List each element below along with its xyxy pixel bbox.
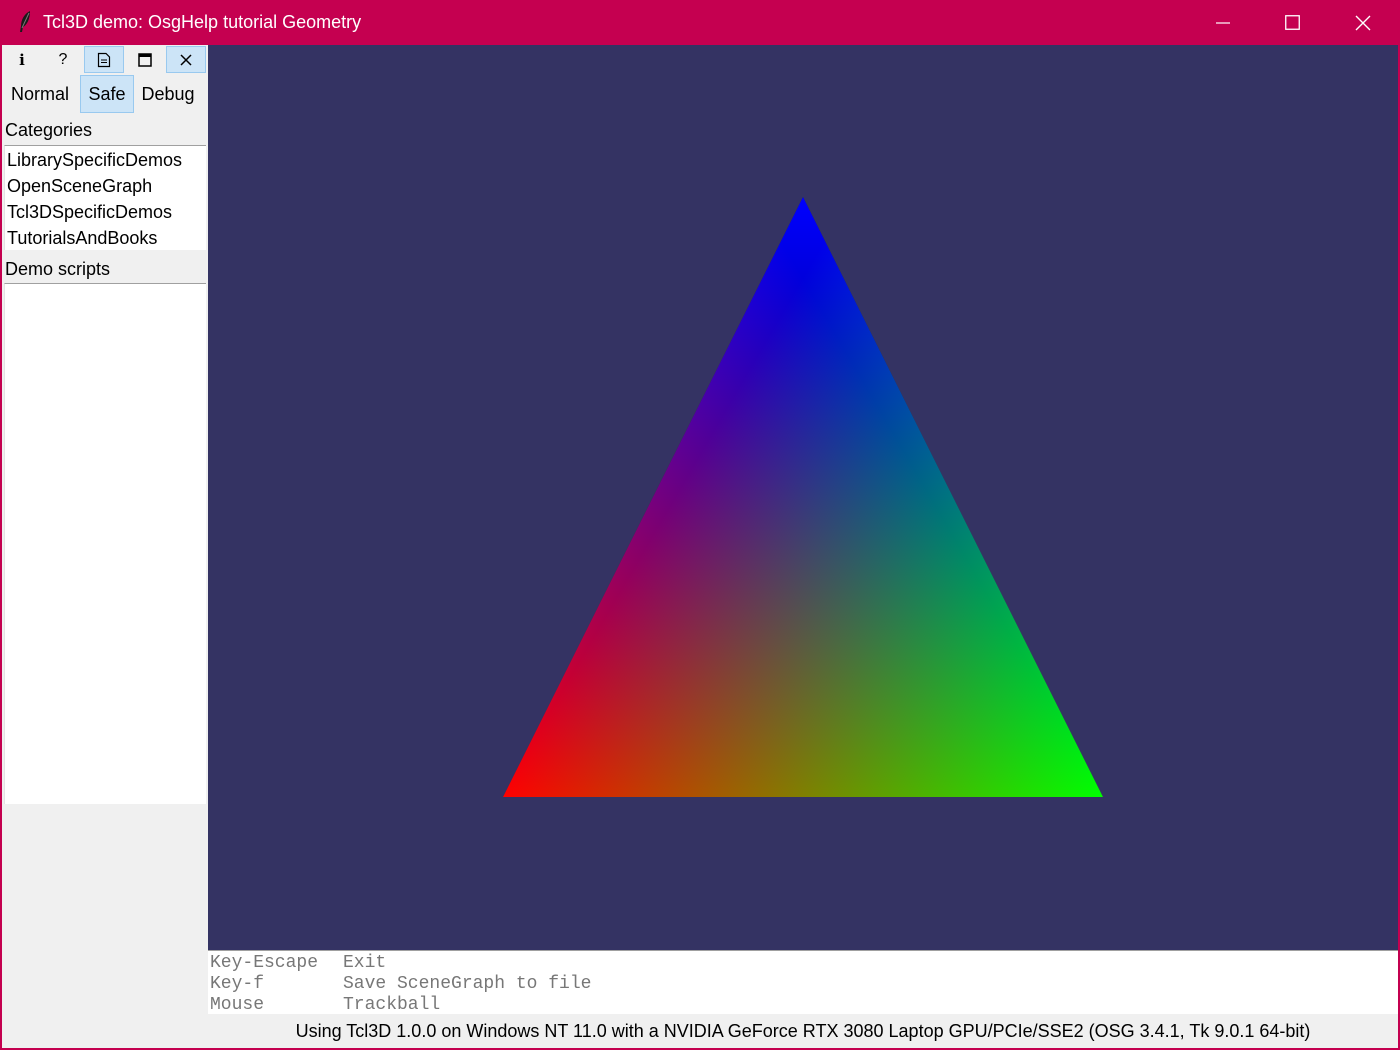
document-button[interactable] [84, 46, 124, 73]
close-icon [180, 53, 192, 66]
mode-normal-button[interactable]: Normal [5, 75, 75, 113]
demo-scripts-listbox[interactable] [4, 283, 206, 804]
list-item[interactable]: TutorialsAndBooks [5, 225, 206, 251]
help-row: Key-f Save SceneGraph to file [210, 974, 591, 995]
list-item[interactable]: LibrarySpecificDemos [5, 147, 206, 173]
mode-debug-button[interactable]: Debug [135, 75, 201, 113]
minimize-icon [1216, 21, 1230, 24]
help-key: Mouse [210, 995, 265, 1015]
gradient-triangle [503, 197, 1103, 797]
sidebar: i ? Normal Safe Debug Categories Library… [2, 45, 208, 950]
mode-selector: Normal Safe Debug [2, 75, 208, 113]
close-icon [1355, 15, 1371, 30]
window-button[interactable] [125, 46, 165, 73]
document-icon [97, 52, 111, 67]
help-key: Key-f [210, 974, 265, 994]
list-item[interactable]: OpenSceneGraph [5, 173, 206, 199]
help-icon: ? [58, 50, 68, 68]
help-button[interactable]: ? [43, 46, 83, 73]
info-icon: i [19, 50, 25, 69]
help-key: Key-Escape [210, 953, 319, 973]
help-row: Mouse Trackball [210, 995, 440, 1016]
mode-safe-button[interactable]: Safe [80, 75, 134, 113]
categories-label: Categories [5, 120, 93, 140]
status-bar: Using Tcl3D 1.0.0 on Windows NT 11.0 wit… [208, 1014, 1398, 1048]
window-title: Tcl3D demo: OsgHelp tutorial Geometry [43, 12, 362, 32]
help-action: Save SceneGraph to file [343, 974, 592, 994]
feather-icon [20, 11, 30, 32]
info-button[interactable]: i [2, 46, 42, 73]
key-help-panel: Key-Escape Exit Key-f Save SceneGraph to f… [208, 950, 1398, 1016]
list-item[interactable]: Tcl3DSpecificDemos [5, 199, 206, 225]
help-action: Exit [343, 953, 387, 973]
title-bar[interactable]: Tcl3D demo: OsgHelp tutorial Geometry [0, 0, 1400, 45]
help-row: Key-Escape Exit [210, 953, 386, 974]
gl-viewport[interactable] [208, 45, 1398, 950]
close-demo-button[interactable] [166, 46, 206, 73]
help-action: Trackball [343, 995, 441, 1015]
window-icon [138, 52, 152, 67]
minimize-button[interactable] [1188, 0, 1258, 45]
close-window-button[interactable] [1328, 0, 1398, 45]
categories-listbox[interactable]: LibrarySpecificDemos OpenSceneGraph Tcl3… [4, 145, 206, 250]
demo-scripts-label: Demo scripts [5, 259, 111, 279]
maximize-button[interactable] [1257, 0, 1327, 45]
window-client: i ? Normal Safe Debug Categories Library… [2, 45, 1398, 1048]
toolbar: i ? [2, 45, 208, 73]
maximize-icon [1284, 15, 1300, 30]
